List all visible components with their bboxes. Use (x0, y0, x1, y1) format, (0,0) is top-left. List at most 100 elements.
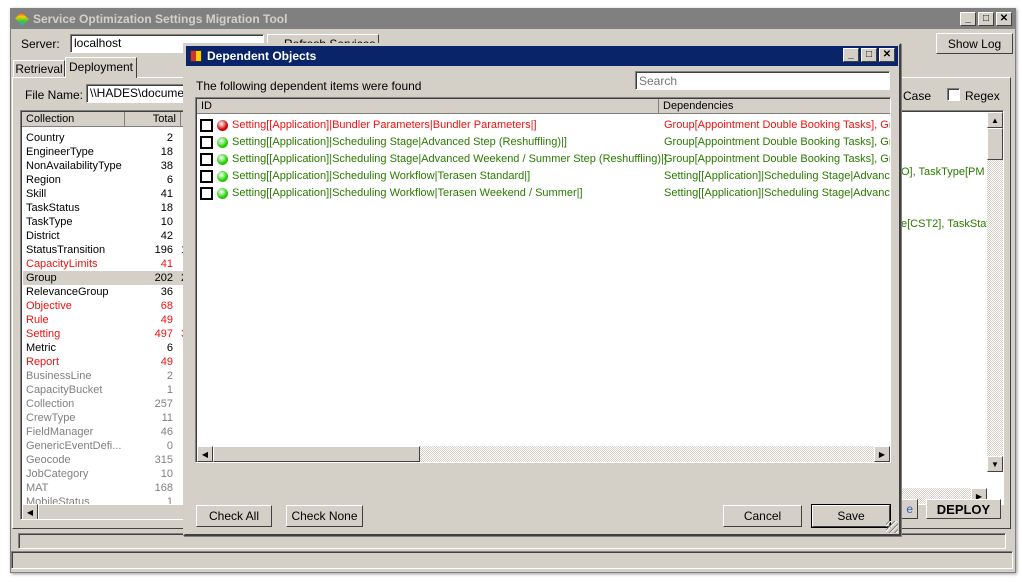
collection-hscrollbar[interactable]: ◀ (22, 504, 189, 519)
regex-label[interactable]: Regex (965, 89, 1000, 103)
dependency-row[interactable]: Setting[[Application]|Scheduling Workflo… (200, 185, 890, 202)
scroll-right-arrow-icon[interactable]: ▶ (874, 446, 890, 462)
file-name-input[interactable]: \\HADES\documen (86, 84, 196, 103)
cancel-button[interactable]: Cancel (723, 505, 802, 527)
collection-total: 0 (166, 440, 173, 452)
collection-name: TaskStatus (26, 202, 80, 214)
row-checkbox[interactable] (200, 170, 213, 183)
collection-row[interactable]: StatusTransition1961 (23, 243, 187, 257)
dependency-deps: Setting[[Application]|Scheduling Stage|A… (664, 170, 891, 182)
dependency-id: Setting[[Application]|Scheduling Stage|A… (232, 136, 567, 148)
collection-row[interactable]: Geocode 315 (23, 453, 183, 467)
collection-row[interactable]: FieldManager 46 (23, 425, 183, 439)
dependency-hscrollbar[interactable]: ◀ ▶ (197, 446, 890, 462)
hscroll-thumb[interactable] (38, 504, 189, 519)
collection-row[interactable]: BusinessLine 2 (23, 369, 183, 383)
scroll-left-arrow-icon[interactable]: ◀ (22, 504, 38, 519)
collection-total: 497 (154, 328, 173, 340)
row-checkbox[interactable] (200, 153, 213, 166)
collection-row[interactable]: JobCategory 10 (23, 467, 183, 481)
dialog-maximize-button[interactable]: □ (861, 48, 877, 62)
collection-row[interactable]: Collection 257 (23, 397, 183, 411)
close-button[interactable]: ✕ (996, 12, 1012, 26)
column-header-id[interactable]: ID (197, 99, 659, 114)
collection-total: 2 (166, 370, 173, 382)
regex-checkbox[interactable] (947, 88, 960, 101)
collection-total: 41 (160, 188, 173, 200)
error-status-icon (217, 120, 228, 131)
column-header-total[interactable]: Total (125, 112, 181, 127)
window-title: Service Optimization Settings Migration … (33, 12, 288, 26)
collection-name: TaskType (26, 216, 73, 228)
dialog-close-button[interactable]: ✕ (879, 48, 895, 62)
hscroll-thumb[interactable] (213, 446, 420, 462)
collection-row[interactable]: RelevanceGroup 36 (23, 285, 183, 299)
collection-name: Objective (26, 300, 72, 312)
scroll-up-arrow-icon[interactable]: ▲ (987, 112, 1003, 128)
collection-row[interactable]: Setting4973 (23, 327, 187, 341)
collection-row[interactable]: MAT 168 (23, 481, 183, 495)
collection-row[interactable]: EngineerType 18 (23, 145, 183, 159)
tab-deployment[interactable]: Deployment (65, 57, 137, 78)
collection-row[interactable]: Group2022 (23, 271, 187, 285)
dialog-message: The following dependent items were found (196, 79, 422, 93)
collection-total: 41 (160, 258, 173, 270)
collection-row[interactable]: Metric 6 (23, 341, 183, 355)
check-none-button[interactable]: Check None (286, 505, 363, 527)
collection-total: 6 (166, 342, 173, 354)
collection-total: 10 (160, 468, 173, 480)
collection-name: FieldManager (26, 426, 94, 438)
collection-list[interactable]: Collection Total D Country2EngineerType1… (20, 110, 190, 520)
deploy-button[interactable]: DEPLOY (926, 499, 1001, 519)
collection-row[interactable]: Rule 49 (23, 313, 183, 327)
collection-row[interactable]: Country 2 (23, 131, 183, 145)
maximize-button[interactable]: □ (978, 12, 994, 26)
collection-row[interactable]: TaskType 10 (23, 215, 183, 229)
vscroll-thumb[interactable] (987, 128, 1003, 160)
dependent-objects-dialog: Dependent Objects _ □ ✕ The following depe… (183, 43, 901, 536)
dependency-list[interactable]: ID Dependencies Setting[[Application]|Bu… (195, 97, 891, 463)
dependency-row[interactable]: Setting[[Application]|Bundler Parameters… (200, 117, 890, 134)
collection-row[interactable]: CapacityLimits 41 (23, 257, 183, 271)
collection-name: Report (26, 356, 60, 368)
column-header-dependencies[interactable]: Dependencies (659, 99, 890, 114)
collection-row[interactable]: NonAvailabilityType 38 (23, 159, 183, 173)
collection-total: 202 (154, 272, 173, 284)
row-checkbox[interactable] (200, 119, 213, 132)
dependency-id: Setting[[Application]|Scheduling Stage|A… (232, 153, 667, 165)
column-header-collection[interactable]: Collection (22, 112, 125, 127)
match-case-label[interactable]: Case (903, 89, 931, 103)
scroll-left-arrow-icon[interactable]: ◀ (197, 446, 213, 462)
collection-total: 36 (160, 286, 173, 298)
collection-row[interactable]: CrewType 11 (23, 411, 183, 425)
collection-row[interactable]: Objective 68 (23, 299, 183, 313)
row-checkbox[interactable] (200, 136, 213, 149)
ok-status-icon (217, 188, 228, 199)
details-vscrollbar[interactable]: ▲ ▼ (987, 112, 1003, 472)
resize-grip[interactable] (886, 521, 898, 533)
collection-name: Group (26, 272, 57, 284)
show-log-button[interactable]: Show Log (936, 33, 1013, 54)
dependency-row[interactable]: Setting[[Application]|Scheduling Workflo… (200, 168, 890, 185)
dependency-row[interactable]: Setting[[Application]|Scheduling Stage|A… (200, 151, 890, 168)
row-checkbox[interactable] (200, 187, 213, 200)
scroll-down-arrow-icon[interactable]: ▼ (987, 456, 1003, 472)
collection-row[interactable]: GenericEventDefi... 0 (23, 439, 183, 453)
dependency-row[interactable]: Setting[[Application]|Scheduling Stage|A… (200, 134, 890, 151)
minimize-button[interactable]: _ (960, 12, 976, 26)
collection-total: 10 (160, 216, 173, 228)
ok-status-icon (217, 171, 228, 182)
app-icon (15, 12, 29, 26)
collection-row[interactable]: CapacityBucket 1 (23, 383, 183, 397)
check-all-button[interactable]: Check All (196, 505, 272, 527)
collection-total: 49 (160, 314, 173, 326)
collection-row[interactable]: Skill 41 (23, 187, 183, 201)
collection-row[interactable]: TaskStatus 18 (23, 201, 183, 215)
collection-row[interactable]: Report 49 (23, 355, 183, 369)
collection-row[interactable]: Region 6 (23, 173, 183, 187)
search-input[interactable] (635, 71, 890, 90)
save-button[interactable]: Save (811, 504, 891, 528)
tab-retrieval[interactable]: Retrieval (13, 60, 65, 77)
dialog-minimize-button[interactable]: _ (843, 48, 859, 62)
collection-row[interactable]: District 42 (23, 229, 183, 243)
